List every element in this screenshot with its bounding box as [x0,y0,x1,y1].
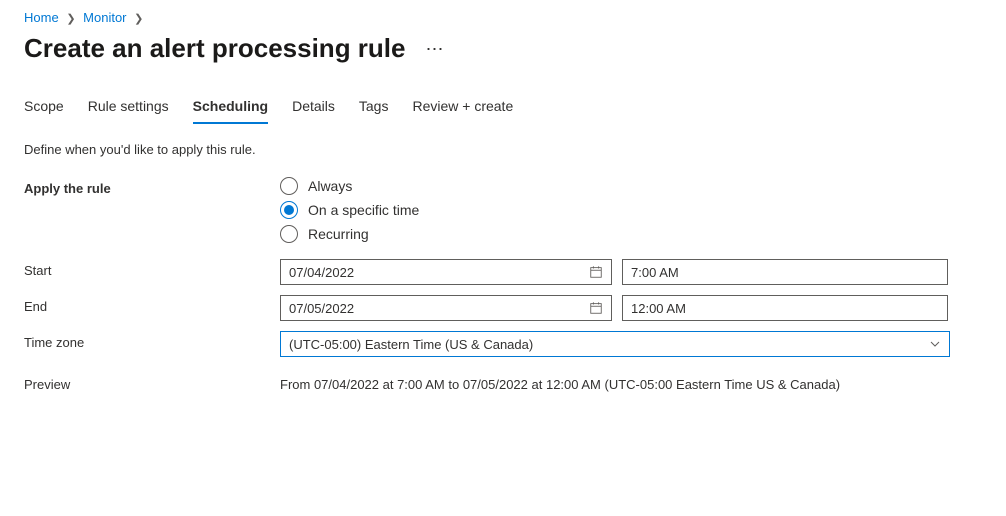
chevron-down-icon [929,338,941,350]
start-date-input[interactable]: 07/04/2022 [280,259,612,285]
breadcrumb-monitor[interactable]: Monitor [83,10,126,25]
timezone-value: (UTC-05:00) Eastern Time (US & Canada) [289,337,533,352]
start-label: Start [24,259,280,278]
preview-text: From 07/04/2022 at 7:00 AM to 07/05/2022… [280,373,840,392]
end-label: End [24,295,280,314]
page-title: Create an alert processing rule [24,33,405,64]
radio-always[interactable]: Always [280,177,419,195]
end-date-value: 07/05/2022 [289,301,354,316]
tab-review-create[interactable]: Review + create [412,92,513,124]
radio-icon [280,225,298,243]
timezone-label: Time zone [24,331,280,350]
end-time-input[interactable]: 12:00 AM [622,295,948,321]
radio-specific-time[interactable]: On a specific time [280,201,419,219]
tab-details[interactable]: Details [292,92,335,124]
start-time-input[interactable]: 7:00 AM [622,259,948,285]
radio-recurring[interactable]: Recurring [280,225,419,243]
start-date-value: 07/04/2022 [289,265,354,280]
tab-scheduling[interactable]: Scheduling [193,92,268,124]
timezone-select[interactable]: (UTC-05:00) Eastern Time (US & Canada) [280,331,950,357]
tab-scope[interactable]: Scope [24,92,64,124]
chevron-right-icon: ❯ [134,13,143,25]
radio-icon [280,177,298,195]
breadcrumb: Home ❯ Monitor ❯ [24,10,982,25]
tab-tags[interactable]: Tags [359,92,389,124]
radio-always-label: Always [308,178,352,194]
end-date-input[interactable]: 07/05/2022 [280,295,612,321]
radio-specific-label: On a specific time [308,202,419,218]
apply-rule-radio-group: Always On a specific time Recurring [280,177,419,243]
tabs: Scope Rule settings Scheduling Details T… [24,92,982,124]
calendar-icon [589,301,603,315]
radio-icon [280,201,298,219]
calendar-icon [589,265,603,279]
chevron-right-icon: ❯ [66,13,75,25]
end-time-value: 12:00 AM [631,301,686,316]
more-actions-button[interactable]: ⋯ [421,36,448,62]
breadcrumb-home[interactable]: Home [24,10,59,25]
scheduling-description: Define when you'd like to apply this rul… [24,142,982,157]
tab-rule-settings[interactable]: Rule settings [88,92,169,124]
start-time-value: 7:00 AM [631,265,679,280]
radio-recurring-label: Recurring [308,226,369,242]
preview-label: Preview [24,373,280,392]
apply-rule-label: Apply the rule [24,177,280,196]
